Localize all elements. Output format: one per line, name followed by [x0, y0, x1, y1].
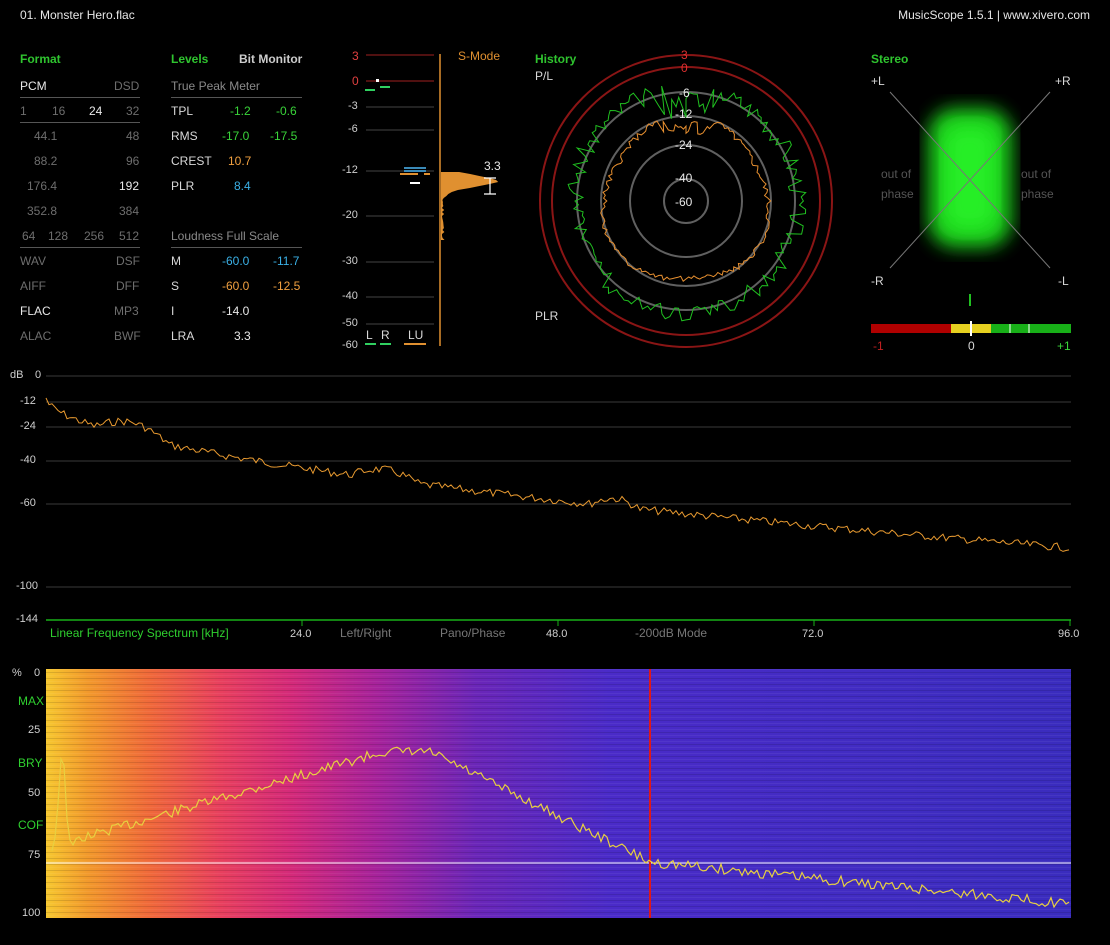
spectrogram [46, 669, 1071, 918]
